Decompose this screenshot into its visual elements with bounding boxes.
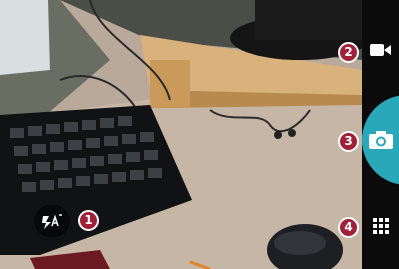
callout-2: 2 [338, 42, 359, 63]
video-record-button[interactable] [362, 30, 399, 70]
shutter-button[interactable] [362, 95, 399, 185]
camera-menu-button[interactable] [362, 208, 399, 244]
flash-toggle-button[interactable] [34, 205, 70, 237]
callout-1: 1 [78, 210, 99, 231]
flash-auto-icon [42, 214, 62, 229]
callout-4: 4 [338, 217, 359, 238]
camera-icon [368, 131, 393, 149]
video-camera-icon [369, 44, 391, 56]
grid-menu-icon [372, 218, 389, 234]
callout-3: 3 [338, 131, 359, 152]
camera-screen: 1 2 3 4 [0, 0, 399, 269]
